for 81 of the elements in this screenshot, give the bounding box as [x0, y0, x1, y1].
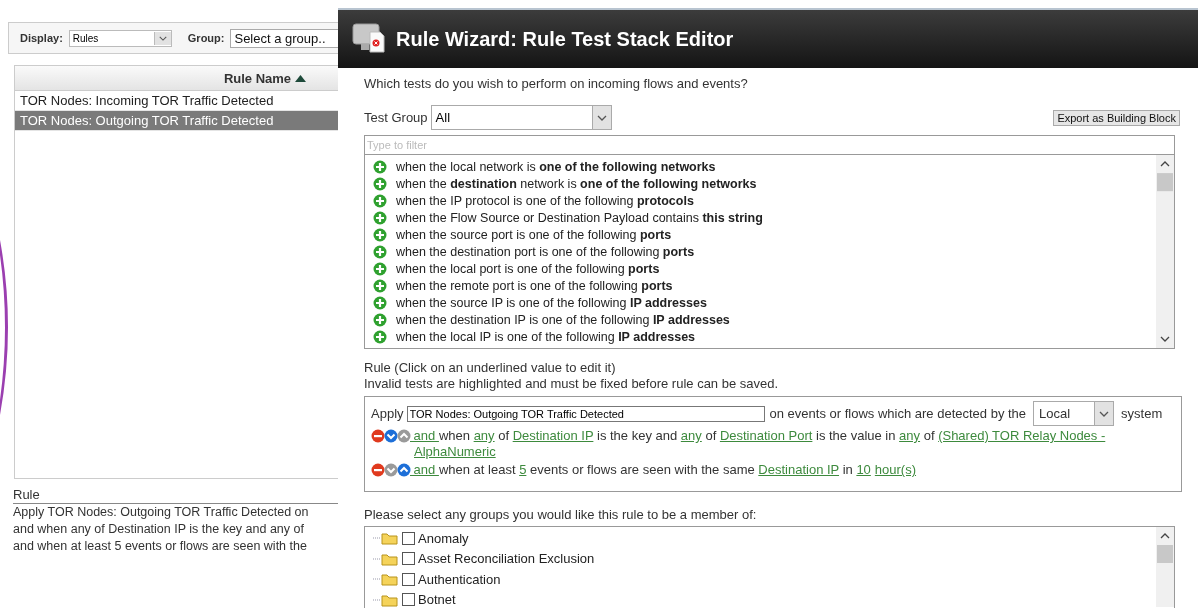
test-option[interactable]: when the destination network is one of the following networks	[396, 176, 757, 191]
add-icon[interactable]	[373, 210, 387, 225]
value-link[interactable]: 10	[856, 462, 871, 477]
group-label: Authentication	[418, 571, 501, 587]
system-label: system	[1121, 406, 1163, 421]
rule-name-field[interactable]: TOR Nodes: Outgoing TOR Traffic Detected	[406, 405, 765, 422]
value-link[interactable]: 5	[519, 462, 527, 477]
test-option[interactable]: when the IP protocol is one of the following protocols	[396, 193, 694, 208]
test-option[interactable]: when the local port is one of the following ports	[396, 261, 660, 276]
rule-heading: Rule (Click on an underlined value to edit it)	[364, 360, 617, 376]
rule-test-text: and when at least 5 events or flows are seen with the same Destination IP in 10 hour(s)	[410, 462, 1175, 478]
add-icon[interactable]	[373, 176, 387, 191]
detected-label: on events or flows which are detected by the	[769, 406, 1027, 421]
add-icon[interactable]	[373, 159, 387, 174]
add-icon[interactable]	[373, 261, 387, 276]
value-link[interactable]: any	[899, 428, 921, 443]
move-down-icon[interactable]	[384, 463, 398, 477]
group-checkbox[interactable]	[402, 572, 415, 586]
rule-detail-line: and when any of Destination IP is the key and any of	[13, 521, 305, 538]
display-select[interactable]: Rules	[68, 29, 172, 47]
add-icon[interactable]	[373, 227, 387, 242]
test-group-select[interactable]: All	[430, 105, 612, 130]
test-option[interactable]: when the source port is one of the following ports	[396, 227, 672, 242]
add-icon[interactable]	[373, 329, 387, 344]
move-up-icon[interactable]	[397, 429, 411, 443]
add-icon[interactable]	[373, 278, 387, 293]
group-label: Asset Reconciliation Exclusion	[418, 551, 595, 567]
display-label: Display:	[20, 32, 63, 44]
value-link[interactable]: (Shared) TOR Relay Nodes -	[938, 428, 1106, 443]
groups-prompt: Please select any groups you would like this rule to be a member of:	[364, 507, 758, 523]
value-link[interactable]: any	[473, 428, 495, 443]
folder-icon	[373, 572, 399, 587]
monitor-icon	[352, 22, 386, 56]
test-group-label: Test Group	[364, 109, 428, 126]
test-option[interactable]: when the destination port is one of the following ports	[396, 244, 695, 259]
value-link[interactable]: Destination IP	[512, 428, 594, 443]
rule-note: Invalid tests are highlighted and must be fixed before rule can be saved.	[364, 376, 780, 392]
value-link[interactable]: any	[680, 428, 702, 443]
export-button[interactable]: Export as Building Block	[1053, 109, 1180, 126]
group-checkbox[interactable]	[402, 552, 415, 566]
folder-icon	[373, 531, 399, 546]
group-checkbox[interactable]	[402, 531, 415, 545]
column-header[interactable]: Rule Name	[15, 66, 338, 91]
group-field[interactable]: Select a group..	[230, 28, 338, 48]
test-option[interactable]: when the source IP is one of the following IP addresses	[396, 295, 707, 310]
scrollbar[interactable]	[1156, 527, 1174, 607]
rule-row[interactable]: TOR Nodes: Outgoing TOR Traffic Detected	[15, 111, 338, 131]
move-up-icon[interactable]	[397, 463, 411, 477]
add-icon[interactable]	[373, 312, 387, 327]
add-icon[interactable]	[373, 295, 387, 310]
remove-icon[interactable]	[371, 463, 385, 477]
rule-detail-line: and when at least 5 events or flows are seen with the	[13, 538, 308, 555]
system-select[interactable]: Local	[1033, 401, 1115, 426]
remove-icon[interactable]	[371, 429, 385, 443]
value-link[interactable]: Destination IP	[758, 462, 840, 477]
folder-icon	[373, 592, 399, 607]
group-checkbox[interactable]	[402, 593, 415, 607]
group-label: Botnet	[418, 592, 456, 608]
add-icon[interactable]	[373, 193, 387, 208]
tests-prompt: Which tests do you wish to perform on incoming flows and events?	[364, 76, 749, 92]
dialog-title: Rule Wizard: Rule Test Stack Editor	[396, 27, 734, 51]
group-label: Anomaly	[418, 530, 469, 546]
group-label: Group:	[187, 32, 225, 44]
apply-label: Apply	[371, 406, 404, 421]
add-icon[interactable]	[373, 244, 387, 259]
value-link[interactable]: and	[410, 462, 439, 477]
filter-field[interactable]: Type to filter	[364, 135, 1175, 155]
test-option[interactable]: when the local IP is one of the following IP addresses	[396, 329, 696, 344]
scrollbar[interactable]	[1156, 155, 1174, 348]
value-link[interactable]: hour(s)	[874, 462, 917, 477]
value-link[interactable]: AlphaNumeric	[414, 444, 496, 459]
value-link[interactable]: Destination Port	[719, 428, 813, 443]
move-down-icon[interactable]	[384, 429, 398, 443]
folder-icon	[373, 551, 399, 566]
rule-detail-heading: Rule	[13, 487, 338, 504]
test-option[interactable]: when the remote port is one of the following ports	[396, 278, 673, 293]
rule-detail-line: Apply TOR Nodes: Outgoing TOR Traffic Detected on	[13, 504, 310, 521]
test-option[interactable]: when the local network is one of the following networks	[396, 159, 716, 174]
test-option[interactable]: when the destination IP is one of the following IP addresses	[396, 312, 730, 327]
value-link[interactable]: and	[410, 428, 439, 443]
test-option[interactable]: when the Flow Source or Destination Payload contains this string	[396, 210, 763, 225]
